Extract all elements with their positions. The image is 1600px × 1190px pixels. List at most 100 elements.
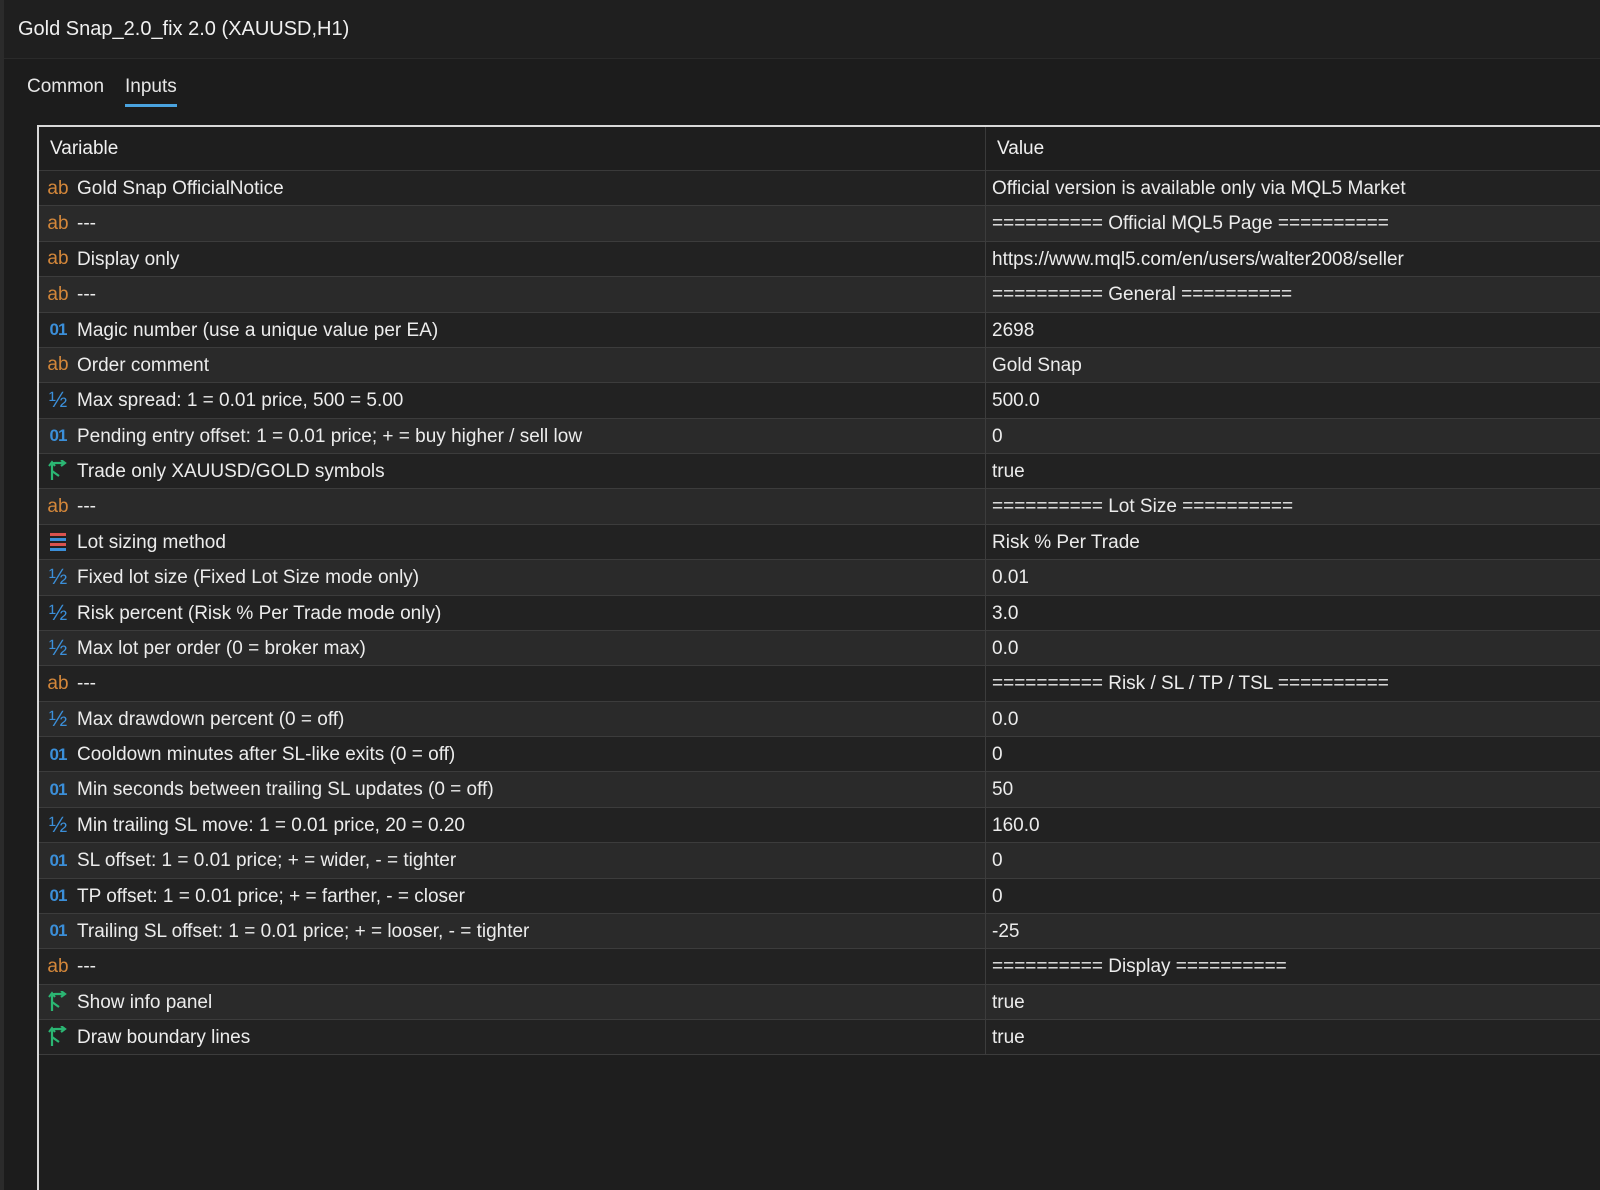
column-header-variable[interactable]: Variable [50,138,118,160]
column-divider [985,171,986,206]
variable-value[interactable]: 0 [992,886,1003,908]
input-row[interactable]: 01 SL offset: 1 = 0.01 price; + = wider, … [39,843,1600,879]
variable-value[interactable]: 160.0 [992,815,1040,837]
column-divider [985,701,986,736]
input-row[interactable]: ½ Max lot per order (0 = broker max) 0.0 [39,630,1600,667]
variable-value[interactable]: ========== Display ========== [992,956,1287,978]
input-row[interactable]: ab --- ========== Risk / SL / TP / TSL ===… [39,666,1600,702]
variable-name: Magic number (use a unique value per EA) [77,319,439,341]
column-header-value[interactable]: Value [997,138,1044,160]
input-row[interactable]: Trade only XAUUSD/GOLD symbols true [39,454,1600,490]
left-edge [0,0,4,1190]
column-divider [985,949,986,984]
variable-value[interactable]: 50 [992,779,1013,801]
variable-value[interactable]: 500.0 [992,390,1040,412]
boolean-type-icon [46,1026,70,1048]
variable-value[interactable]: ========== Official MQL5 Page ========== [992,213,1389,235]
integer-type-icon: 01 [49,744,68,764]
integer-type-icon: 01 [49,426,68,446]
column-divider [985,383,986,418]
column-divider [985,1020,986,1055]
input-row[interactable]: ½ Max spread: 1 = 0.01 price, 500 = 5.00 5… [39,383,1600,419]
input-row[interactable]: ½ Risk percent (Risk % Per Trade mode onl… [39,595,1600,631]
string-type-icon: ab [47,212,69,234]
variable-value[interactable]: Risk % Per Trade [992,532,1140,554]
window-title: Gold Snap_2.0_fix 2.0 (XAUUSD,H1) [18,18,350,40]
string-type-icon: ab [47,177,69,199]
column-divider [985,347,986,383]
variable-value[interactable]: 0.0 [992,709,1018,731]
variable-value[interactable]: https://www.mql5.com/en/users/walter2008… [992,249,1404,271]
string-type-icon: ab [47,283,69,305]
variable-name: Min trailing SL move: 1 = 0.01 price, 20… [77,814,465,836]
double-type-icon: ½ [48,564,68,590]
title-bar: Gold Snap_2.0_fix 2.0 (XAUUSD,H1) [4,0,1600,59]
double-type-icon: ½ [48,811,68,837]
variable-value[interactable]: 0 [992,426,1003,448]
variable-value[interactable]: true [992,992,1025,1014]
input-row[interactable]: Lot sizing method Risk % Per Trade [39,524,1600,561]
string-type-icon: ab [47,248,69,270]
variable-value[interactable]: Gold Snap [992,355,1082,377]
column-divider [985,454,986,489]
input-row[interactable]: ab --- ========== General ========== [39,277,1600,313]
variable-value[interactable]: true [992,1027,1025,1049]
input-row[interactable]: ab --- ========== Lot Size ========== [39,489,1600,525]
input-row[interactable]: 01 Min seconds between trailing SL update… [39,772,1600,808]
variable-value[interactable]: ========== General ========== [992,284,1292,306]
integer-type-icon: 01 [49,850,68,870]
column-divider [985,878,986,913]
variable-value[interactable]: -25 [992,921,1019,943]
variable-value[interactable]: 0 [992,744,1003,766]
input-row[interactable]: 01 Cooldown minutes after SL-like exits (… [39,737,1600,773]
variable-value[interactable]: ========== Risk / SL / TP / TSL ========… [992,673,1389,695]
column-divider[interactable] [985,127,986,170]
variable-value[interactable]: true [992,461,1025,483]
input-row[interactable]: ½ Min trailing SL move: 1 = 0.01 price, 2… [39,807,1600,844]
variable-name: Trailing SL offset: 1 = 0.01 price; + = … [77,920,530,942]
variable-value[interactable]: 0.01 [992,567,1029,589]
tab-common[interactable]: Common [27,76,104,104]
input-row[interactable]: 01 Magic number (use a unique value per E… [39,312,1600,348]
tab-inputs[interactable]: Inputs [125,76,177,107]
double-type-icon: ½ [48,599,68,625]
variable-name: SL offset: 1 = 0.01 price; + = wider, - … [77,850,457,872]
integer-type-icon: 01 [49,779,68,799]
double-type-icon: ½ [48,387,68,413]
integer-type-icon: 01 [49,886,68,905]
variable-name: Trade only XAUUSD/GOLD symbols [77,461,385,482]
variable-name: --- [77,496,96,518]
input-row[interactable]: ½ Max drawdown percent (0 = off) 0.0 [39,701,1600,737]
input-row[interactable]: ab --- ========== Display ========== [39,949,1600,985]
variable-value[interactable]: 3.0 [992,603,1018,625]
input-row[interactable]: Show info panel true [39,984,1600,1020]
variable-name: Max lot per order (0 = broker max) [77,637,366,659]
variable-name: Draw boundary lines [77,1027,251,1048]
column-divider [985,807,986,843]
column-divider [985,913,986,949]
input-row[interactable]: ½ Fixed lot size (Fixed Lot Size mode onl… [39,560,1600,596]
boolean-type-icon [46,990,70,1013]
variable-name: Gold Snap OfficialNotice [77,178,284,199]
variable-value[interactable]: Official version is available only via M… [992,178,1406,200]
column-divider [985,630,986,666]
input-row[interactable]: ab --- ========== Official MQL5 Page =====… [39,206,1600,242]
input-row[interactable]: ab Display only https://www.mql5.com/en/us… [39,241,1600,278]
variable-value[interactable]: 0 [992,850,1003,872]
variable-name: --- [77,213,96,235]
input-row[interactable]: Draw boundary lines true [39,1020,1600,1056]
input-row[interactable]: ab Order comment Gold Snap [39,347,1600,384]
string-type-icon: ab [47,672,69,694]
column-divider [985,524,986,560]
double-type-icon: ½ [48,634,68,660]
variable-name: TP offset: 1 = 0.01 price; + = farther, … [77,885,465,907]
input-row[interactable]: 01 Trailing SL offset: 1 = 0.01 price; + … [39,913,1600,950]
input-row[interactable]: 01 TP offset: 1 = 0.01 price; + = farther… [39,878,1600,914]
variable-name: Order comment [77,354,209,376]
variable-value[interactable]: ========== Lot Size ========== [992,496,1293,518]
variable-value[interactable]: 2698 [992,320,1034,342]
variable-value[interactable]: 0.0 [992,638,1018,660]
variable-name: Fixed lot size (Fixed Lot Size mode only… [77,567,420,589]
input-row[interactable]: 01 Pending entry offset: 1 = 0.01 price; … [39,418,1600,454]
input-row[interactable]: ab Gold Snap OfficialNotice Official versi… [39,171,1600,207]
